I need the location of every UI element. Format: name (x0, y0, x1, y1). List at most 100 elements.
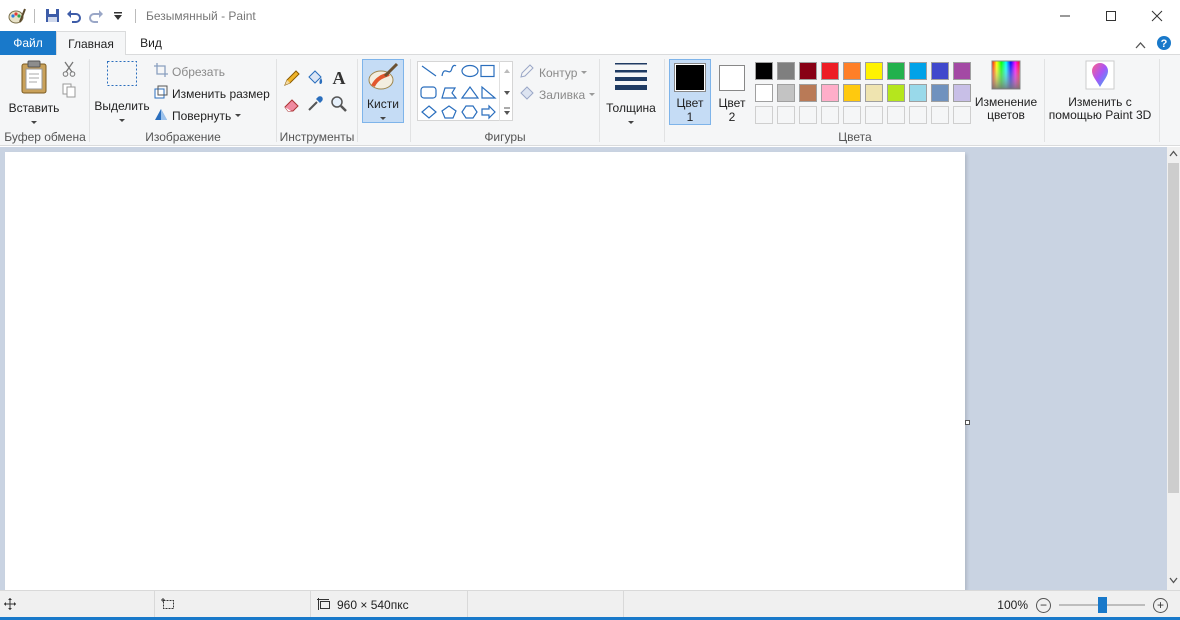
outline-dropdown-icon[interactable] (581, 71, 588, 74)
fill-button[interactable]: Заливка (519, 85, 596, 104)
palette-swatch-empty[interactable] (863, 104, 885, 126)
edit-colors-label-2: цветов (987, 108, 1025, 122)
rotate-button[interactable]: Повернуть (154, 107, 242, 124)
canvas-resize-handle[interactable] (965, 420, 970, 425)
title-bar: Безымянный - Paint (0, 0, 1180, 31)
select-label: Выделить (94, 99, 150, 113)
color1-button[interactable]: Цвет 1 (669, 59, 711, 125)
palette-swatch[interactable] (863, 82, 885, 104)
pencil-icon[interactable] (283, 69, 301, 90)
size-button[interactable]: Толщина (603, 60, 659, 124)
crop-button[interactable]: Обрезать (154, 63, 225, 80)
size-dropdown-icon[interactable] (628, 121, 634, 124)
paste-button[interactable]: Вставить (6, 60, 62, 124)
fill-icon (519, 85, 535, 104)
palette-swatch[interactable] (929, 60, 951, 82)
maximize-button[interactable] (1088, 0, 1134, 31)
tab-view[interactable]: Вид (128, 31, 174, 55)
palette-swatch-empty[interactable] (841, 104, 863, 126)
vertical-scroll-thumb[interactable] (1168, 163, 1179, 493)
tab-file[interactable]: Файл (0, 31, 56, 55)
save-icon[interactable] (41, 5, 63, 27)
palette-swatch[interactable] (797, 82, 819, 104)
zoom-slider-thumb[interactable] (1097, 597, 1107, 613)
collapse-ribbon-icon[interactable] (1135, 38, 1146, 52)
resize-button[interactable]: Изменить размер (154, 85, 270, 102)
tab-home[interactable]: Главная (56, 31, 126, 56)
close-button[interactable] (1134, 0, 1180, 31)
palette-swatch-empty[interactable] (907, 104, 929, 126)
select-dropdown-icon[interactable] (119, 119, 125, 122)
window-title: Безымянный - Paint (146, 8, 256, 23)
palette-swatch-empty[interactable] (951, 104, 973, 126)
palette-swatch-empty[interactable] (929, 104, 951, 126)
select-button[interactable]: Выделить (94, 60, 150, 122)
palette-swatch[interactable] (775, 60, 797, 82)
shapes-scroll[interactable] (499, 61, 513, 121)
palette-swatch[interactable] (753, 60, 775, 82)
palette-swatch[interactable] (951, 82, 973, 104)
status-file-size (468, 591, 624, 619)
minimize-button[interactable] (1042, 0, 1088, 31)
color2-button[interactable]: Цвет 2 (713, 62, 751, 124)
palette-swatch-empty[interactable] (819, 104, 841, 126)
palette-swatch[interactable] (753, 82, 775, 104)
paint3d-button[interactable]: Изменить с помощью Paint 3D (1047, 60, 1153, 122)
magnifier-icon[interactable] (330, 95, 348, 116)
tools-group-label: Инструменты (279, 130, 355, 144)
color-picker-icon[interactable] (306, 95, 324, 116)
fill-dropdown-icon[interactable] (589, 93, 596, 96)
palette-swatch-empty[interactable] (797, 104, 819, 126)
outline-button[interactable]: Контур (519, 63, 588, 82)
palette-swatch-empty[interactable] (775, 104, 797, 126)
color2-swatch (719, 65, 745, 91)
cut-icon[interactable] (62, 61, 76, 80)
copy-icon[interactable] (62, 83, 77, 101)
palette-swatch[interactable] (885, 82, 907, 104)
palette-swatch-empty[interactable] (753, 104, 775, 126)
paste-dropdown-icon[interactable] (31, 121, 37, 124)
scroll-down-icon[interactable] (1169, 576, 1178, 586)
zoom-in-button[interactable]: + (1153, 597, 1168, 613)
paint-app-icon[interactable] (6, 5, 28, 27)
quick-access-toolbar: Безымянный - Paint (0, 0, 256, 31)
cursor-position-icon (4, 597, 16, 613)
help-icon[interactable]: ? (1156, 35, 1172, 54)
drawing-canvas[interactable] (5, 152, 965, 590)
outline-icon (519, 63, 535, 82)
zoom-out-button[interactable]: − (1036, 597, 1051, 613)
redo-icon[interactable] (85, 5, 107, 27)
colors-group-label: Цвета (838, 130, 872, 144)
palette-swatch-empty[interactable] (885, 104, 907, 126)
palette-swatch[interactable] (885, 60, 907, 82)
triangle-shape-icon (460, 85, 480, 99)
brushes-button[interactable]: Кисти (362, 59, 404, 123)
palette-swatch[interactable] (797, 60, 819, 82)
palette-swatch[interactable] (929, 82, 951, 104)
fill-bucket-icon[interactable] (306, 69, 324, 90)
clipboard-group-label: Буфер обмена (4, 130, 86, 144)
palette-swatch[interactable] (819, 60, 841, 82)
palette-swatch[interactable] (775, 82, 797, 104)
palette-swatch[interactable] (907, 60, 929, 82)
palette-swatch[interactable] (819, 82, 841, 104)
text-icon[interactable]: A (330, 67, 348, 90)
vertical-scrollbar[interactable] (1167, 147, 1180, 590)
brushes-dropdown-icon[interactable] (380, 117, 386, 120)
customize-qa-icon[interactable] (107, 5, 129, 27)
palette-swatch[interactable] (951, 60, 973, 82)
image-group-label: Изображение (145, 130, 221, 144)
resize-icon (154, 85, 168, 102)
edit-colors-button[interactable]: Изменение цветов (973, 60, 1039, 122)
palette-swatch[interactable] (863, 60, 885, 82)
undo-icon[interactable] (63, 5, 85, 27)
status-cursor-position (0, 591, 155, 619)
zoom-slider[interactable] (1059, 597, 1145, 613)
eraser-icon[interactable] (283, 95, 301, 116)
rotate-dropdown-icon[interactable] (235, 114, 242, 117)
image-size-icon (317, 597, 331, 613)
scroll-up-icon[interactable] (1169, 149, 1178, 159)
palette-swatch[interactable] (841, 82, 863, 104)
palette-swatch[interactable] (907, 82, 929, 104)
palette-swatch[interactable] (841, 60, 863, 82)
